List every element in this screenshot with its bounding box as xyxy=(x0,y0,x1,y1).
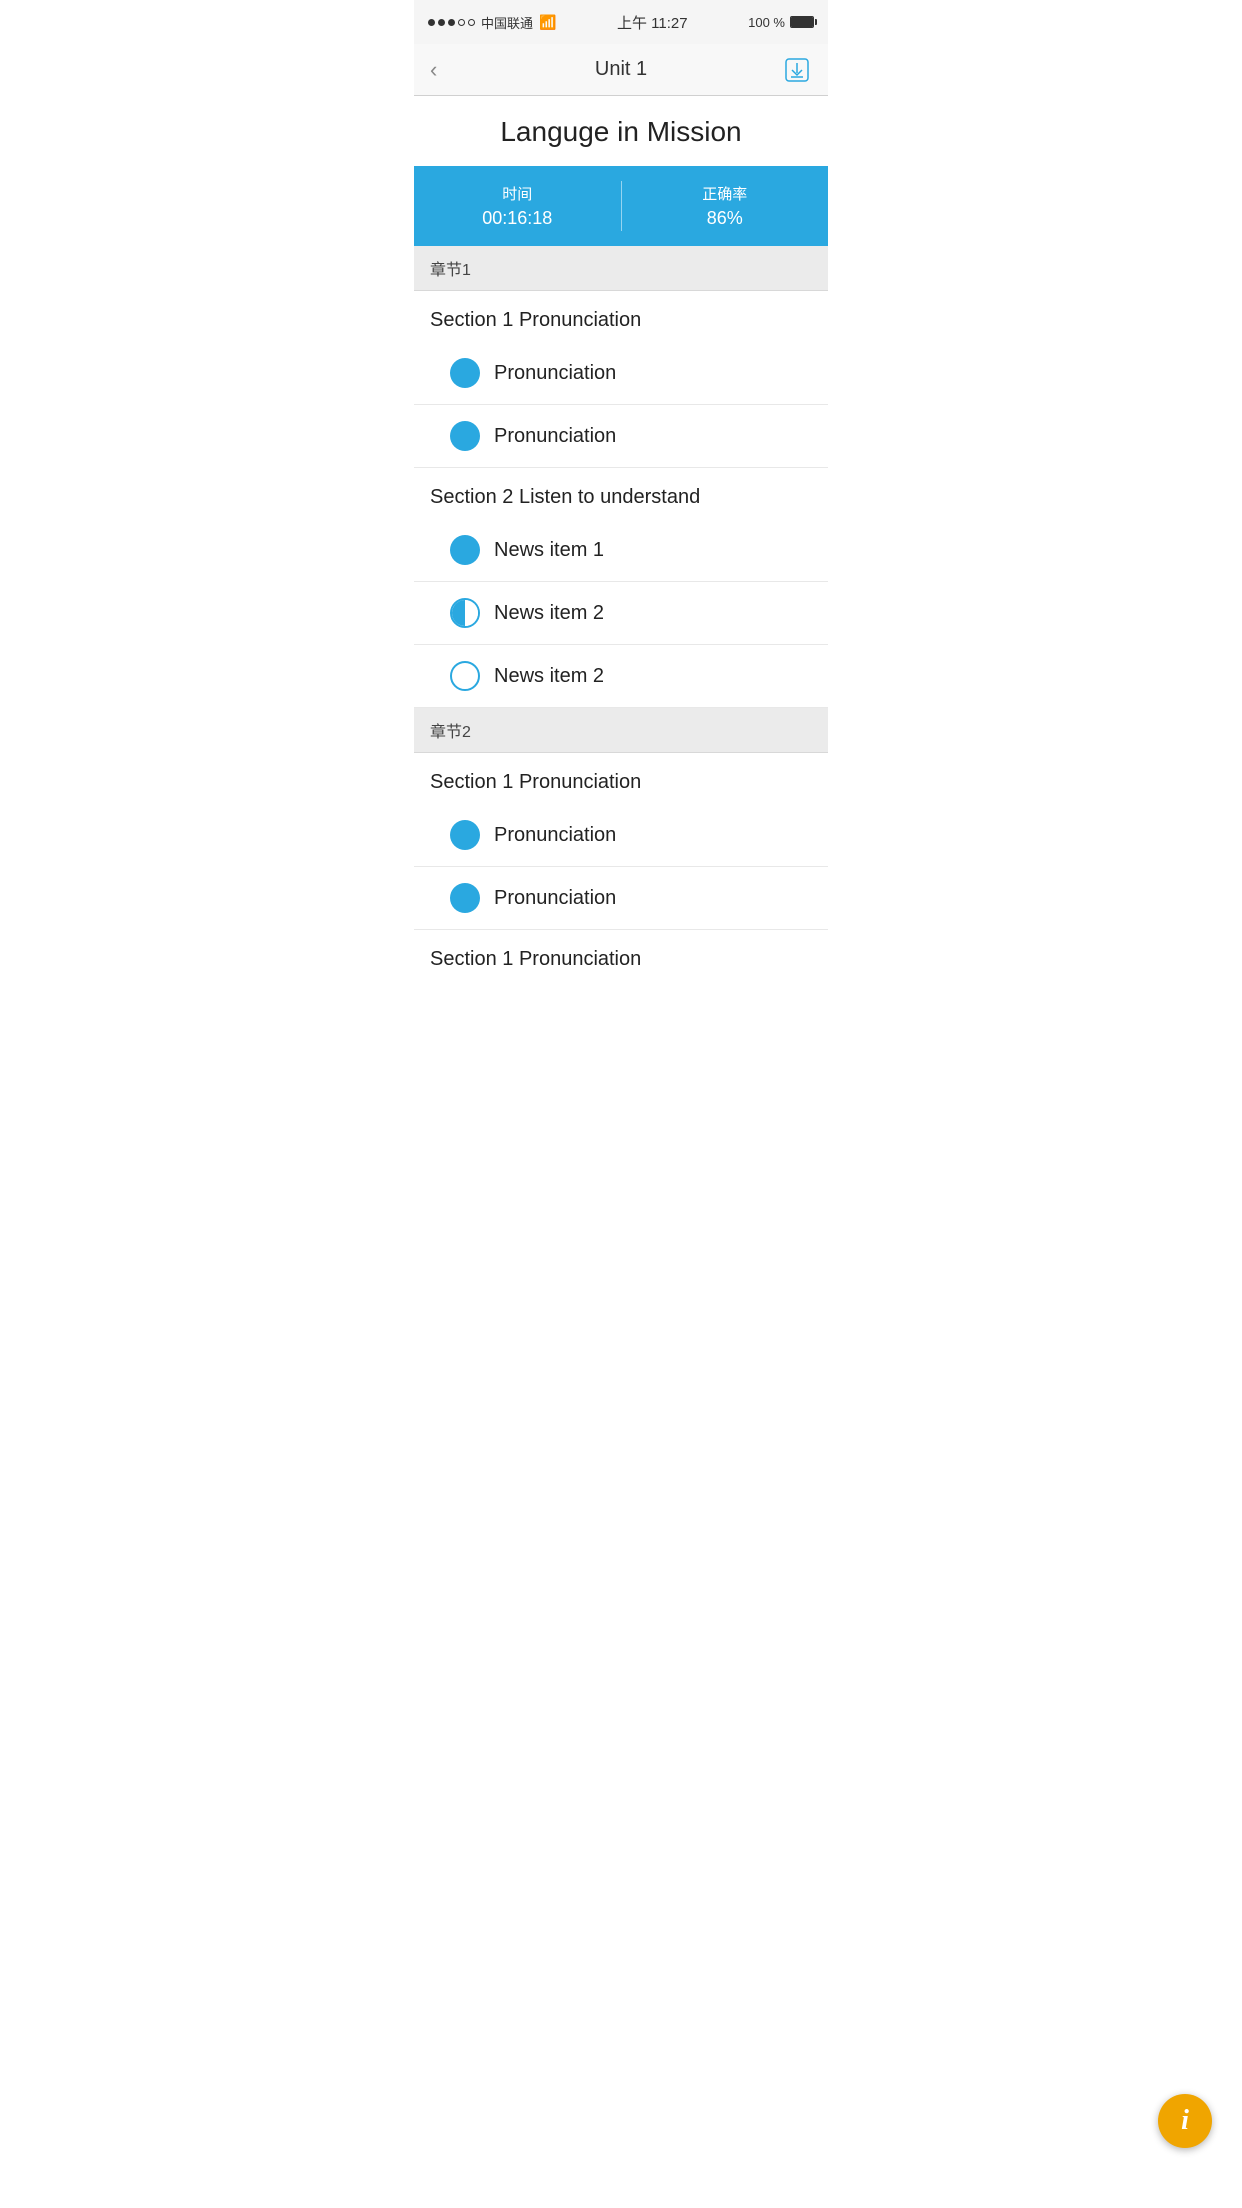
circle-full-icon xyxy=(450,358,480,388)
list-item-label: Pronunciation xyxy=(494,824,616,847)
section-header-1-1: Section 1 Pronunciation xyxy=(414,930,828,981)
nav-bar: ‹ Unit 1 xyxy=(414,44,828,96)
status-left: 中国联通 📶 xyxy=(428,13,556,32)
list-icon-half xyxy=(450,598,480,628)
battery-percent: 100 % xyxy=(748,15,785,30)
list-item[interactable]: Pronunciation xyxy=(414,804,828,867)
download-icon xyxy=(784,57,810,83)
info-button[interactable]: i xyxy=(1158,2094,1212,2148)
status-right: 100 % xyxy=(748,15,814,30)
circle-full-icon xyxy=(450,883,480,913)
section-header-0-0: Section 1 Pronunciation xyxy=(414,291,828,342)
circle-empty-icon xyxy=(450,661,480,691)
circle-full-icon xyxy=(450,820,480,850)
list-icon-full xyxy=(450,820,480,850)
nav-title: Unit 1 xyxy=(595,58,647,81)
list-item-label: Pronunciation xyxy=(494,362,616,385)
stat-time-value: 00:16:18 xyxy=(414,208,621,229)
back-button[interactable]: ‹ xyxy=(430,57,460,83)
wifi-icon: 📶 xyxy=(539,14,556,31)
list-icon-empty xyxy=(450,661,480,691)
carrier-label: 中国联通 xyxy=(481,13,533,32)
list-icon-full xyxy=(450,421,480,451)
stat-time-label: 时间 xyxy=(414,183,621,204)
signal-dot-1 xyxy=(428,19,435,26)
list-icon-full xyxy=(450,883,480,913)
chapter-header-1: 章节2 xyxy=(414,708,828,753)
signal-dot-5 xyxy=(468,19,475,26)
circle-full-icon xyxy=(450,535,480,565)
signal-dots xyxy=(428,19,475,26)
list-icon-full xyxy=(450,358,480,388)
stat-accuracy: 正确率 86% xyxy=(622,183,829,229)
list-item[interactable]: Pronunciation xyxy=(414,867,828,930)
section-header-0-1: Section 2 Listen to understand xyxy=(414,468,828,519)
chapter-header-0: 章节1 xyxy=(414,246,828,291)
stat-accuracy-label: 正确率 xyxy=(622,183,829,204)
signal-dot-4 xyxy=(458,19,465,26)
list-item[interactable]: Pronunciation xyxy=(414,342,828,405)
list-item-label: News item 2 xyxy=(494,665,604,688)
stats-bar: 时间 00:16:18 正确率 86% xyxy=(414,166,828,246)
list-icon-full xyxy=(450,535,480,565)
page-title: Languge in Mission xyxy=(430,116,812,148)
battery-icon xyxy=(790,16,814,28)
chapters-container: 章节1Section 1 PronunciationPronunciationP… xyxy=(414,246,828,981)
circle-full-icon xyxy=(450,421,480,451)
list-item-label: Pronunciation xyxy=(494,887,616,910)
list-item[interactable]: Pronunciation xyxy=(414,405,828,468)
download-button[interactable] xyxy=(782,55,812,85)
page-title-section: Languge in Mission xyxy=(414,96,828,166)
signal-dot-2 xyxy=(438,19,445,26)
list-item[interactable]: News item 2 xyxy=(414,582,828,645)
page-wrapper: 中国联通 📶 上午 11:27 100 % ‹ Unit 1 Languge i… xyxy=(414,0,828,981)
stat-time: 时间 00:16:18 xyxy=(414,183,621,229)
list-item[interactable]: News item 1 xyxy=(414,519,828,582)
section-header-1-0: Section 1 Pronunciation xyxy=(414,753,828,804)
status-time: 上午 11:27 xyxy=(617,12,688,33)
circle-half-icon xyxy=(450,598,480,628)
battery-fill xyxy=(791,17,813,27)
list-item[interactable]: News item 2 xyxy=(414,645,828,708)
list-item-label: Pronunciation xyxy=(494,425,616,448)
signal-dot-3 xyxy=(448,19,455,26)
list-item-label: News item 1 xyxy=(494,539,604,562)
status-bar: 中国联通 📶 上午 11:27 100 % xyxy=(414,0,828,44)
list-item-label: News item 2 xyxy=(494,602,604,625)
stat-accuracy-value: 86% xyxy=(622,208,829,229)
